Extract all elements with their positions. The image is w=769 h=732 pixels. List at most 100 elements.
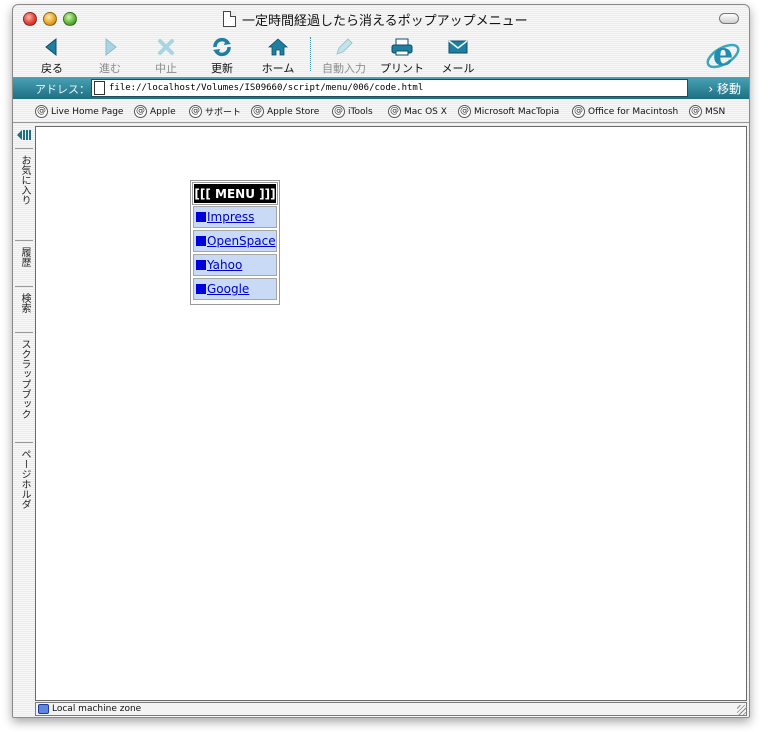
menu-link-impress[interactable]: Impress — [196, 210, 254, 224]
print-label: プリント — [380, 62, 424, 75]
bullet-square-icon — [196, 212, 206, 222]
menu-link-openspace[interactable]: OpenSpace — [196, 234, 276, 248]
at-icon: @ — [251, 105, 264, 118]
stop-button[interactable]: 中止 — [141, 36, 191, 76]
tab-history[interactable]: 履歴 — [15, 240, 33, 286]
title-bar[interactable]: 一定時間経過したら消えるポップアップメニュー — [13, 5, 749, 33]
zone-computer-icon — [38, 704, 49, 714]
envelope-icon — [448, 40, 468, 54]
tab-search[interactable]: 検索 — [15, 286, 33, 332]
favorite-office-for-macintosh[interactable]: @ Office for Macintosh — [572, 105, 678, 118]
minimize-window-button[interactable] — [43, 12, 57, 26]
favorite-label: Office for Macintosh — [588, 106, 679, 117]
menu-link-yahoo[interactable]: Yahoo — [196, 258, 242, 272]
close-window-button[interactable] — [23, 12, 37, 26]
favorite-label: サポート — [205, 108, 242, 118]
menu-link-label: OpenSpace — [207, 234, 276, 248]
menu-item-impress[interactable]: Impress — [193, 206, 277, 228]
menu-item-yahoo[interactable]: Yahoo — [193, 254, 277, 276]
document-icon — [223, 11, 236, 27]
menu-item-google[interactable]: Google — [193, 278, 277, 300]
refresh-icon — [213, 37, 231, 57]
favorite-itools[interactable]: @ iTools — [332, 105, 373, 118]
favorite-apple-store[interactable]: @ Apple Store — [251, 105, 319, 118]
address-field[interactable] — [91, 79, 688, 97]
printer-icon — [391, 38, 413, 56]
status-zone-text: Local machine zone — [52, 704, 142, 714]
favorite-label: Live Home Page — [51, 106, 124, 117]
menu-link-google[interactable]: Google — [196, 282, 249, 296]
autofill-button[interactable]: 自動入力 — [319, 36, 369, 76]
at-icon: @ — [134, 105, 147, 118]
tab-label: ページホルダ — [19, 449, 30, 509]
mail-button[interactable]: メール — [433, 36, 483, 76]
browser-window: 一定時間経過したら消えるポップアップメニュー 戻る 進む 中止 更新 ホーム 自… — [12, 4, 750, 718]
tab-label: 検索 — [19, 293, 30, 313]
explorer-bar-tabs: お気に入り 履歴 検索 スクラップブック ページホルダ — [13, 124, 34, 699]
status-bar: Local machine zone — [35, 702, 747, 716]
home-button[interactable]: ホーム — [253, 36, 303, 76]
address-input[interactable] — [109, 83, 679, 93]
menu-item-openspace[interactable]: OpenSpace — [193, 230, 277, 252]
toolbar-separator — [310, 37, 311, 71]
back-button[interactable]: 戻る — [27, 36, 77, 76]
at-icon: @ — [458, 105, 471, 118]
explorer-bar-toggle-icon[interactable] — [16, 128, 32, 142]
mail-label: メール — [441, 62, 475, 75]
favorite-mac-os-x[interactable]: @ Mac OS X — [388, 105, 447, 118]
page-document-icon — [94, 81, 105, 95]
bullet-square-icon — [196, 236, 206, 246]
address-bar: アドレス： › 移動 — [13, 77, 749, 99]
at-icon: @ — [189, 105, 202, 118]
back-label: 戻る — [41, 62, 63, 75]
refresh-button[interactable]: 更新 — [197, 36, 247, 76]
tab-page-holder[interactable]: ページホルダ — [15, 442, 33, 528]
favorite-label: iTools — [348, 106, 373, 117]
favorite-live-home-page[interactable]: @ Live Home Page — [35, 105, 123, 118]
tab-scrapbook[interactable]: スクラップブック — [15, 332, 33, 442]
forward-arrow-icon — [105, 37, 117, 57]
favorite-label: MSN — [705, 106, 726, 117]
at-icon: @ — [332, 105, 345, 118]
tab-label: 履歴 — [19, 247, 30, 267]
bullet-square-icon — [196, 260, 206, 270]
home-label: ホーム — [261, 62, 295, 75]
tab-label: スクラップブック — [19, 339, 30, 419]
toolbar-toggle-button[interactable] — [719, 13, 739, 24]
refresh-label: 更新 — [211, 62, 233, 75]
favorite-label: Mac OS X — [404, 106, 447, 117]
favorite-label: Apple — [150, 106, 176, 117]
favorite-apple[interactable]: @ Apple — [134, 105, 176, 118]
home-icon — [268, 38, 288, 56]
svg-text:e: e — [713, 36, 733, 73]
address-label: アドレス： — [35, 83, 90, 96]
favorite-support[interactable]: @ サポート — [189, 105, 241, 118]
page-content: [[[ MENU ]]] Impress OpenSpace Yahoo Goo… — [35, 126, 747, 701]
stop-x-icon — [158, 39, 174, 55]
print-button[interactable]: プリント — [377, 36, 427, 76]
autofill-label: 自動入力 — [322, 62, 366, 75]
window-title: 一定時間経過したら消えるポップアップメニュー — [242, 13, 528, 29]
favorite-label: Microsoft MacTopia — [474, 106, 560, 117]
menu-link-label: Impress — [207, 210, 255, 224]
forward-button[interactable]: 進む — [85, 36, 135, 76]
menu-link-label: Yahoo — [207, 258, 243, 272]
go-label: 移動 — [716, 82, 741, 96]
favorite-label: Apple Store — [267, 106, 320, 117]
at-icon: @ — [388, 105, 401, 118]
favorites-bar: @ Live Home Page @ Apple @ サポート @ Apple Stor… — [13, 101, 749, 123]
at-icon: @ — [35, 105, 48, 118]
resize-grip-icon[interactable] — [737, 705, 747, 715]
favorite-msn[interactable]: @ MSN — [689, 105, 725, 118]
stop-label: 中止 — [155, 62, 177, 75]
back-arrow-icon — [45, 37, 57, 57]
tab-favorites[interactable]: お気に入り — [15, 148, 33, 240]
zoom-window-button[interactable] — [63, 12, 77, 26]
favorite-microsoft-mactopia[interactable]: @ Microsoft MacTopia — [458, 105, 559, 118]
menu-link-label: Google — [207, 282, 250, 296]
bullet-square-icon — [196, 284, 206, 294]
pencil-icon — [336, 38, 353, 55]
toolbar: 戻る 進む 中止 更新 ホーム 自動入力 プリント メール e — [13, 33, 749, 75]
go-button[interactable]: › 移動 — [708, 80, 741, 97]
at-icon: @ — [689, 105, 702, 118]
